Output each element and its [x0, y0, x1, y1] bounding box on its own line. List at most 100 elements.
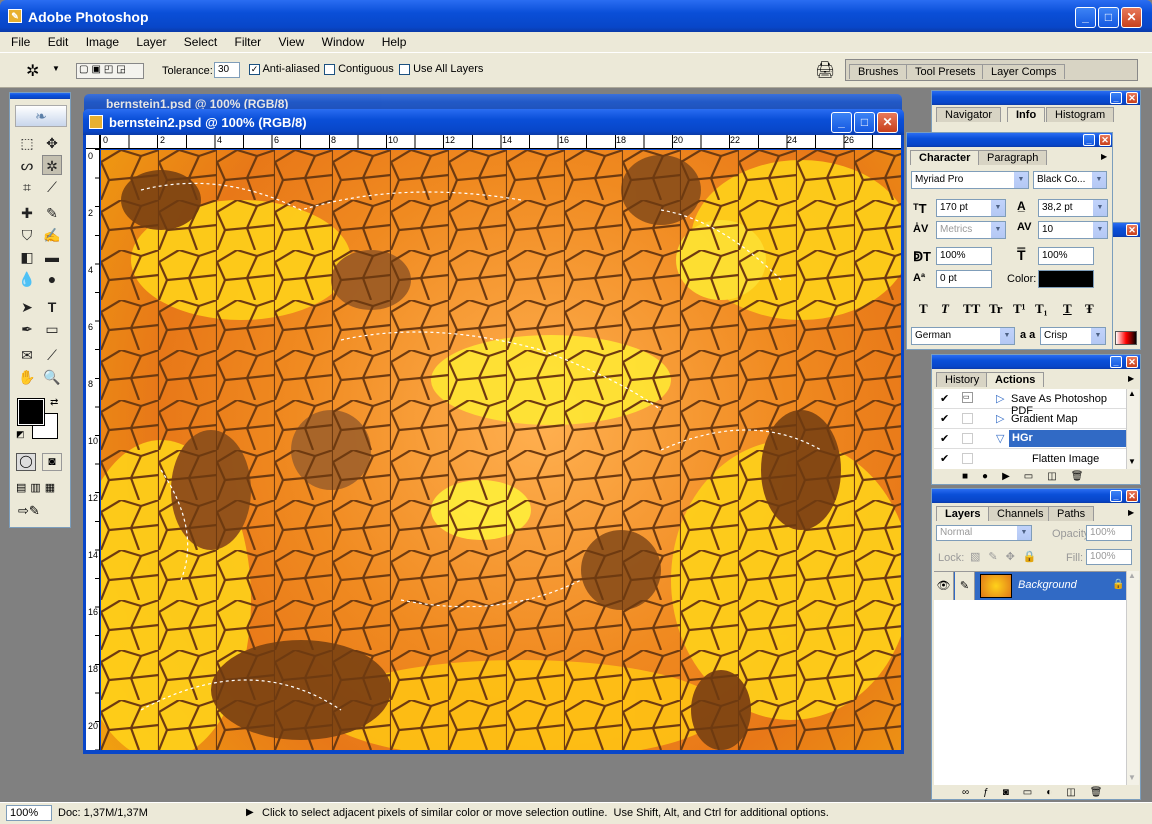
- check-icon[interactable]: ✔: [940, 392, 949, 405]
- pen-icon[interactable]: ✒: [17, 319, 37, 339]
- collapse-arrow-icon[interactable]: ▽: [996, 432, 1004, 445]
- anti-aliased-checkbox[interactable]: ✓ Anti-aliased: [249, 63, 320, 75]
- menu-view[interactable]: View: [279, 35, 305, 49]
- link-icon[interactable]: ∞: [962, 787, 983, 798]
- maximize-button[interactable]: □: [1098, 7, 1119, 28]
- app-title-bar[interactable]: ✎ Adobe Photoshop _ □ ✕: [0, 0, 1152, 32]
- path-selection-icon[interactable]: ➤: [17, 297, 37, 317]
- slice-icon[interactable]: ⟋: [42, 177, 62, 197]
- menu-file[interactable]: File: [11, 35, 30, 49]
- scroll-down-icon[interactable]: ▼: [1128, 773, 1136, 782]
- menu-edit[interactable]: Edit: [48, 35, 69, 49]
- font-size-select[interactable]: 170 pt ▼: [936, 199, 1006, 217]
- shape-icon[interactable]: ▭: [42, 319, 62, 339]
- lasso-icon[interactable]: ᔕ: [17, 155, 37, 175]
- character-title-bar[interactable]: _ ✕: [907, 133, 1112, 147]
- horizontal-ruler[interactable]: 0 2 4 6 8 10 12 14 16 18 20 22 24 26: [100, 135, 901, 149]
- actions-minimize-button[interactable]: _: [1110, 356, 1122, 368]
- menu-filter[interactable]: Filter: [235, 35, 262, 49]
- standard-mode-icon[interactable]: ◯: [16, 453, 36, 471]
- color-ramp[interactable]: [1115, 331, 1137, 345]
- tracking-select[interactable]: 10 ▼: [1038, 221, 1108, 239]
- font-family-select[interactable]: Myriad Pro ▼: [911, 171, 1029, 189]
- folder-icon[interactable]: ▭: [1023, 787, 1046, 798]
- document-title-bar[interactable]: bernstein2.psd @ 100% (RGB/8) _ □ ✕: [83, 109, 904, 135]
- blur-icon[interactable]: 💧: [17, 269, 37, 289]
- layers-close-button[interactable]: ✕: [1126, 490, 1138, 502]
- palette-well-layer-comps[interactable]: Layer Comps: [982, 64, 1066, 79]
- tab-layers[interactable]: Layers: [936, 506, 990, 521]
- new-layer-icon[interactable]: ◫: [1066, 787, 1089, 798]
- type-icon[interactable]: T: [42, 297, 62, 317]
- color-panel-close-button[interactable]: ✕: [1126, 224, 1138, 236]
- all-caps-button[interactable]: TT: [963, 301, 980, 317]
- magic-wand-tool-icon[interactable]: ✲: [42, 155, 62, 175]
- actions-scrollbar[interactable]: ▲ ▼: [1126, 389, 1139, 469]
- actions-menu-arrow-icon[interactable]: ▶: [1128, 374, 1134, 383]
- palette-well-tool-presets[interactable]: Tool Presets: [906, 64, 985, 79]
- magic-wand-icon[interactable]: ✲: [26, 61, 39, 81]
- gradient-icon[interactable]: ▬: [42, 247, 62, 267]
- layers-title-bar[interactable]: _ ✕: [932, 489, 1140, 503]
- quick-mask-icon[interactable]: ◙: [42, 453, 62, 471]
- use-all-layers-checkbox[interactable]: Use All Layers: [399, 63, 483, 75]
- zoom-input[interactable]: 100%: [6, 805, 52, 821]
- scroll-up-icon[interactable]: ▲: [1128, 571, 1136, 580]
- tab-navigator[interactable]: Navigator: [936, 107, 1002, 122]
- eyedropper-icon[interactable]: ⟋: [42, 345, 62, 365]
- navigator-close-button[interactable]: ✕: [1126, 92, 1138, 104]
- layers-menu-arrow-icon[interactable]: ▶: [1128, 508, 1134, 517]
- font-style-select[interactable]: Black Co... ▼: [1033, 171, 1107, 189]
- status-menu-arrow-icon[interactable]: ▶: [246, 807, 254, 818]
- character-menu-arrow-icon[interactable]: ▶: [1101, 152, 1107, 161]
- list-item[interactable]: ✔ ▽ HGr: [934, 429, 1126, 449]
- small-caps-button[interactable]: Tr: [989, 301, 1002, 317]
- close-button[interactable]: ✕: [1121, 7, 1142, 28]
- adjustment-layer-icon[interactable]: ◐: [1046, 787, 1066, 798]
- crop-icon[interactable]: ⌗: [17, 177, 37, 197]
- toolbox-title-bar[interactable]: [10, 93, 70, 99]
- tab-paragraph[interactable]: Paragraph: [978, 150, 1048, 165]
- new-action-icon[interactable]: ◫: [1047, 471, 1070, 482]
- dialog-toggle-icon[interactable]: [962, 453, 973, 464]
- notes-icon[interactable]: ✉: [17, 345, 37, 365]
- document-minimize-button[interactable]: _: [831, 112, 852, 133]
- dodge-icon[interactable]: ●: [42, 269, 62, 289]
- palette-well-brushes[interactable]: Brushes: [849, 64, 908, 79]
- navigator-minimize-button[interactable]: _: [1110, 92, 1122, 104]
- swap-colors-icon[interactable]: ⇄: [50, 397, 58, 408]
- trash-icon[interactable]: 🗑: [1071, 471, 1098, 482]
- foreground-color[interactable]: [17, 398, 45, 426]
- stop-icon[interactable]: ■: [962, 471, 982, 482]
- play-icon[interactable]: ▶: [1002, 471, 1024, 482]
- menu-image[interactable]: Image: [86, 35, 119, 49]
- layers-scrollbar[interactable]: ▲ ▼: [1126, 571, 1139, 785]
- image-canvas[interactable]: [101, 150, 901, 750]
- contiguous-checkbox[interactable]: Contiguous: [324, 63, 394, 75]
- antialias-select[interactable]: Crisp ▼: [1040, 327, 1106, 345]
- strikethrough-button[interactable]: Ŧ: [1085, 301, 1094, 317]
- navigator-title-bar[interactable]: _ ✕: [932, 91, 1140, 105]
- healing-brush-icon[interactable]: ✚: [17, 203, 37, 223]
- palette-well-icon[interactable]: 🖨: [815, 60, 835, 80]
- faux-bold-button[interactable]: T: [919, 301, 928, 317]
- default-colors-icon[interactable]: ◩: [16, 429, 25, 440]
- brush-link-icon[interactable]: ✎: [955, 572, 975, 600]
- jump-to-imageready-icon[interactable]: ⇨✎: [18, 503, 62, 521]
- screen-mode-icons[interactable]: ▤▥▦: [16, 481, 64, 497]
- layer-style-icon[interactable]: ƒ: [983, 787, 1003, 798]
- menu-layer[interactable]: Layer: [136, 35, 166, 49]
- horizontal-scale-input[interactable]: 100%: [1038, 247, 1094, 265]
- tool-preset-arrow-icon[interactable]: ▼: [52, 64, 60, 73]
- eye-icon[interactable]: 👁: [934, 572, 954, 600]
- doc-size[interactable]: Doc: 1,37M/1,37M: [58, 807, 148, 819]
- new-set-icon[interactable]: ▭: [1024, 471, 1047, 482]
- menu-help[interactable]: Help: [382, 35, 407, 49]
- expand-arrow-icon[interactable]: ▷: [996, 412, 1004, 425]
- menu-window[interactable]: Window: [322, 35, 365, 49]
- check-icon[interactable]: ✔: [940, 452, 949, 465]
- tab-info[interactable]: Info: [1007, 107, 1046, 122]
- document-maximize-button[interactable]: □: [854, 112, 875, 133]
- tab-actions[interactable]: Actions: [986, 372, 1045, 387]
- minimize-button[interactable]: _: [1075, 7, 1096, 28]
